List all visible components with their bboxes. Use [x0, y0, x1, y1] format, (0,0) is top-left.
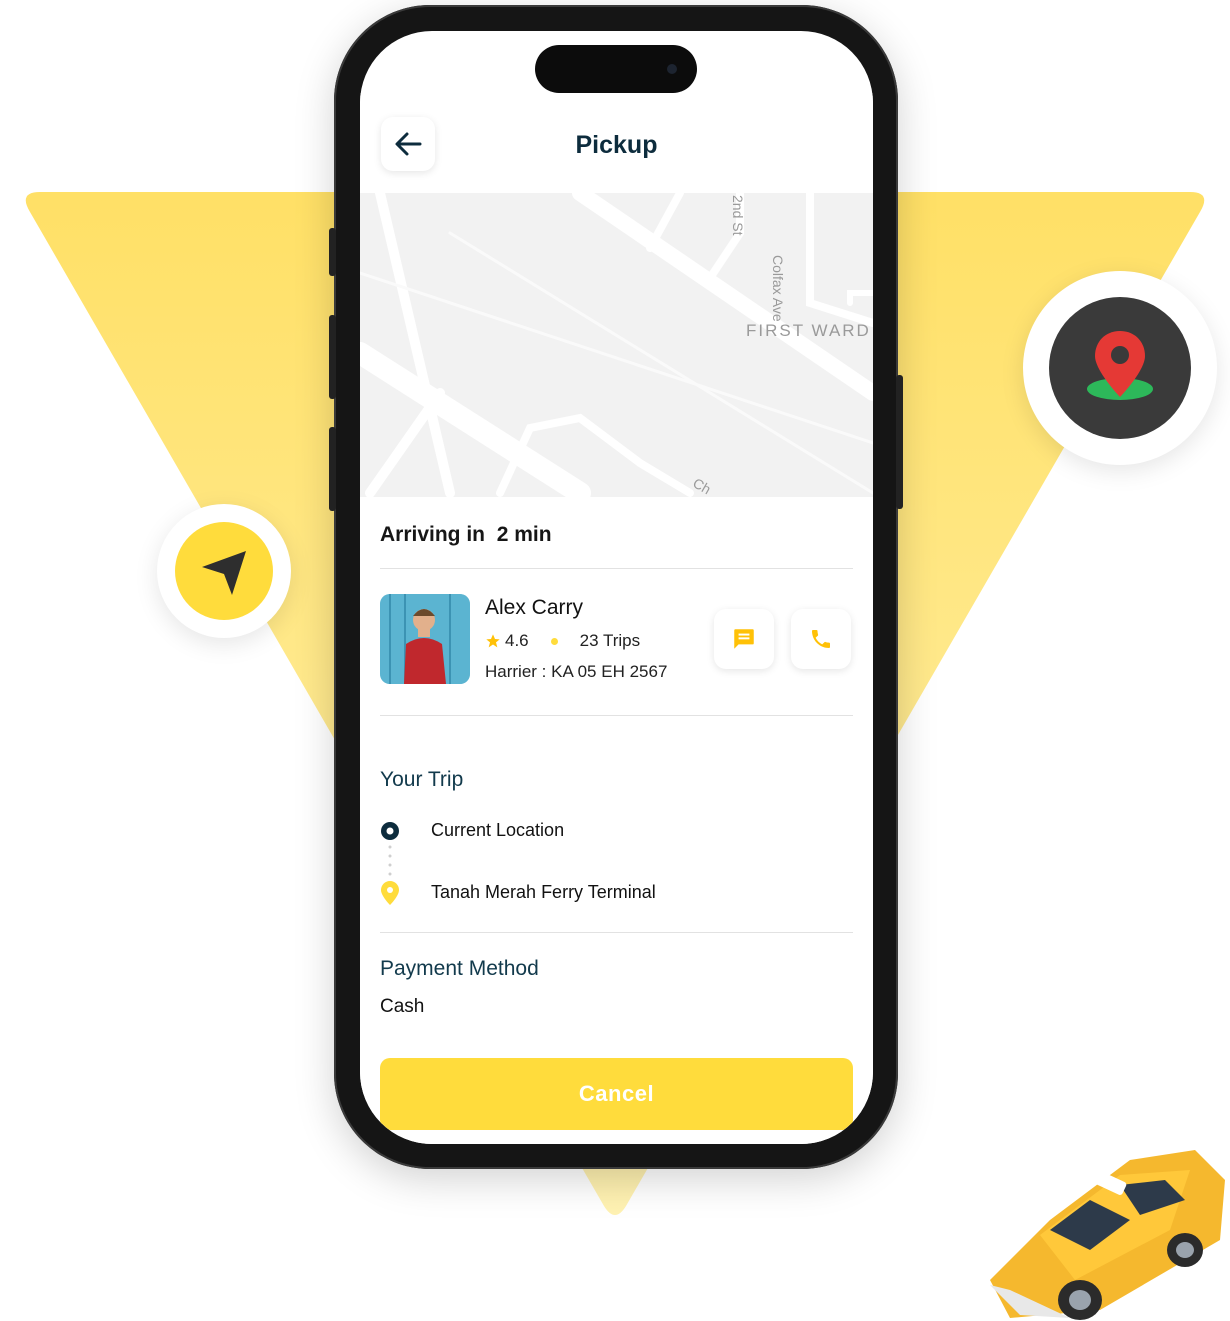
- divider: [380, 715, 853, 716]
- driver-photo: [380, 594, 470, 684]
- map-view[interactable]: FIRST WARD Colfax Ave 2nd St Ch: [360, 193, 873, 497]
- your-trip-heading: Your Trip: [380, 768, 464, 791]
- map-label-2nd-st: 2nd St: [730, 195, 746, 236]
- phone-screen: Pickup FIRST WARD Colfax Ave 2nd St Ch A…: [360, 31, 873, 1144]
- location-pin-badge: [1023, 271, 1217, 465]
- vehicle-info: Harrier : KA 05 EH 2567: [485, 662, 667, 682]
- star-icon: [486, 634, 500, 648]
- map-label-first-ward: FIRST WARD: [746, 321, 871, 340]
- divider: [380, 568, 853, 569]
- phone-volume-up: [329, 315, 336, 399]
- app-header: Pickup: [360, 93, 873, 193]
- separator-dot: [550, 637, 558, 645]
- driver-name: Alex Carry: [485, 596, 584, 619]
- arriving-label: Arriving in: [380, 523, 486, 546]
- payment-method-value: Cash: [380, 996, 425, 1017]
- ride-details-sheet: Arriving in 2 min Alex Carry 4.6 23 Trip…: [360, 497, 873, 1144]
- route-connector: [388, 845, 392, 876]
- rating-value: 4.6: [505, 631, 529, 650]
- chat-icon: [734, 629, 754, 649]
- phone-volume-down: [329, 427, 336, 511]
- call-driver-button[interactable]: [791, 609, 851, 669]
- cancel-button[interactable]: Cancel: [380, 1058, 853, 1130]
- origin-dot-icon: [381, 822, 399, 840]
- navigation-arrow-icon: [202, 551, 246, 595]
- phone-icon: [812, 630, 830, 648]
- camera-icon: [667, 64, 677, 74]
- vehicle-plate: KA 05 EH 2567: [551, 662, 668, 681]
- map-label-colfax-ave: Colfax Ave: [770, 255, 786, 322]
- trip-destination: Tanah Merah Ferry Terminal: [431, 882, 656, 902]
- destination-pin-icon: [381, 881, 399, 905]
- trips-count: 23 Trips: [579, 631, 641, 650]
- phone-power-button: [896, 375, 903, 509]
- driver-rating-row: 4.6 23 Trips: [485, 631, 640, 651]
- map-pin-icon: [1087, 331, 1153, 400]
- payment-method-heading: Payment Method: [380, 957, 539, 980]
- trip-origin: Current Location: [431, 820, 565, 840]
- navigation-badge: [157, 504, 291, 638]
- phone-side-button: [329, 228, 336, 276]
- taxi-illustration: [990, 1150, 1225, 1320]
- vehicle-model: Harrier :: [485, 662, 547, 681]
- divider: [380, 932, 853, 933]
- map-roads: [360, 193, 873, 497]
- page-title: Pickup: [575, 131, 658, 159]
- message-driver-button[interactable]: [714, 609, 774, 669]
- eta-value: 2 min: [496, 523, 552, 546]
- driver-avatar: [380, 594, 470, 684]
- dynamic-island: [535, 45, 697, 93]
- arrival-status: Arriving in 2 min: [380, 523, 552, 547]
